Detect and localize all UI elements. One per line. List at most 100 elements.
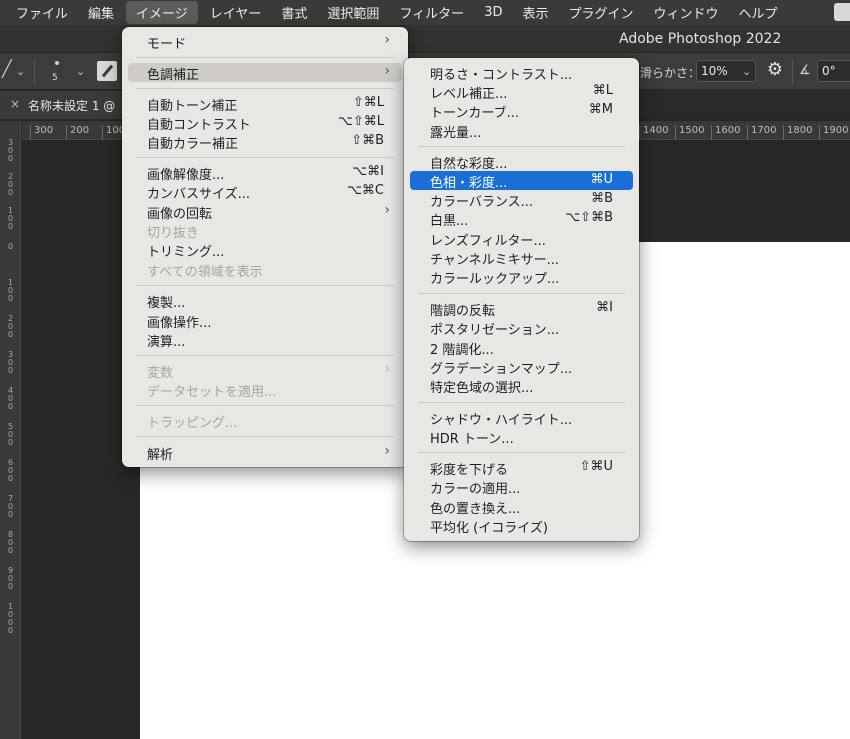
ruler-tick-label: 200: [66, 125, 89, 140]
menu-item-auto-contrast[interactable]: 自動コントラスト ⌥⇧⌘L: [128, 113, 402, 133]
menu-item-apply-data-set: データセットを適用...: [147, 385, 277, 400]
menu-item-channel-mixer[interactable]: チャンネルミキサー...: [410, 248, 633, 268]
menu-separator: [136, 436, 394, 437]
menu-item-mode[interactable]: モード ›: [128, 32, 402, 52]
brush-tool-icon[interactable]: ╱: [2, 59, 12, 78]
status-menu-icon[interactable]: [834, 3, 850, 21]
menu-separator: [418, 452, 625, 453]
ruler-tick-label: 1400: [639, 125, 668, 140]
ruler-tick-label: 100: [8, 278, 14, 303]
menu-item-hdr-toning[interactable]: HDR トーン...: [410, 427, 633, 447]
menu-item-vibrance[interactable]: 自然な彩度...: [410, 152, 633, 172]
menu-item-shadows-highlights[interactable]: シャドウ・ハイライト...: [410, 408, 633, 428]
menu-item-variables: 変数 ›: [147, 361, 390, 381]
menu-item-exposure[interactable]: 露光量...: [410, 121, 633, 141]
menu-item-gradient-map[interactable]: グラデーションマップ...: [410, 357, 633, 377]
brush-preset-chevron-icon[interactable]: ⌄: [76, 65, 85, 78]
menubar-item-select[interactable]: 選択範囲: [317, 0, 389, 25]
menu-item-color-lookup[interactable]: カラールックアップ...: [410, 267, 633, 287]
ruler-tick-label: 200: [8, 172, 14, 197]
menu-item-apply-image[interactable]: 画像操作...: [128, 311, 402, 331]
menu-item-equalize[interactable]: 平均化 (イコライズ): [410, 516, 633, 536]
ruler-tick-label: 1700: [747, 125, 776, 140]
ruler-tick-label: 0: [8, 242, 14, 251]
menu-item-reveal-all: すべての領域を表示: [147, 265, 263, 280]
menubar-item-3d[interactable]: 3D: [474, 0, 512, 25]
menu-separator: [136, 88, 394, 89]
menu-item-hue-saturation[interactable]: 色相・彩度... ⌘U: [410, 171, 633, 191]
brush-settings-icon[interactable]: [97, 61, 117, 81]
menu-item-replace-color[interactable]: 色の置き換え...: [410, 497, 633, 517]
smoothing-label: 滑らかさ：: [640, 66, 701, 80]
options-divider: [792, 60, 793, 84]
menu-item-levels[interactable]: レベル補正... ⌘L: [410, 82, 633, 102]
menu-item-invert[interactable]: 階調の反転 ⌘I: [410, 299, 633, 319]
menubar-item-plugins[interactable]: プラグイン: [558, 0, 643, 25]
menu-item-trap: トラッピング...: [147, 416, 238, 431]
ruler-tick-label: 300: [8, 138, 14, 163]
menubar-item-type[interactable]: 書式: [271, 0, 317, 25]
image-menu: モード › 色調補正 › 自動トーン補正 ⇧⌘L 自動コントラスト ⌥⇧⌘L 自…: [122, 27, 408, 467]
menu-separator: [418, 402, 625, 403]
chevron-right-icon: ›: [384, 361, 390, 377]
menu-item-image-rotation[interactable]: 画像の回転 ›: [128, 202, 402, 222]
ruler-tick-label: 300: [30, 125, 53, 140]
menubar-item-filter[interactable]: フィルター: [389, 0, 474, 25]
ruler-tick-label: 1900: [819, 125, 848, 140]
ruler-tick-label: 1500: [675, 125, 704, 140]
ruler-tick-label: 500: [8, 422, 14, 447]
menu-item-brightness-contrast[interactable]: 明るさ・コントラスト...: [410, 63, 633, 83]
menubar-item-view[interactable]: 表示: [512, 0, 558, 25]
menubar-item-file[interactable]: ファイル: [0, 0, 78, 25]
document-tab[interactable]: × 名称未設定 1 @: [0, 91, 126, 119]
menu-item-black-white[interactable]: 白黒... ⌥⇧⌘B: [410, 209, 633, 229]
menubar-item-image[interactable]: イメージ: [126, 1, 198, 24]
menubar-item-help[interactable]: ヘルプ: [729, 0, 788, 25]
menu-separator: [418, 146, 625, 147]
chevron-down-icon[interactable]: ⌄: [16, 65, 25, 78]
chevron-right-icon: ›: [384, 443, 390, 459]
angle-icon: ∡: [799, 63, 811, 78]
menu-item-image-size[interactable]: 画像解像度... ⌥⌘I: [128, 163, 402, 183]
menu-separator: [136, 157, 394, 158]
menu-item-curves[interactable]: トーンカーブ... ⌘M: [410, 101, 633, 121]
ruler-tick-label: 400: [8, 386, 14, 411]
menu-item-selective-color[interactable]: 特定色域の選択...: [410, 376, 633, 396]
menu-item-auto-color[interactable]: 自動カラー補正 ⇧⌘B: [128, 132, 402, 152]
ruler-tick-label: 800: [8, 530, 14, 555]
menubar-item-window[interactable]: ウィンドウ: [644, 0, 729, 25]
adjustments-submenu: 明るさ・コントラスト... レベル補正... ⌘L トーンカーブ... ⌘M 露…: [404, 58, 639, 541]
menu-item-auto-tone[interactable]: 自動トーン補正 ⇧⌘L: [128, 94, 402, 114]
gear-icon[interactable]: ⚙: [765, 60, 785, 80]
menu-item-canvas-size[interactable]: カンバスサイズ... ⌥⌘C: [128, 182, 402, 202]
menu-item-photo-filter[interactable]: レンズフィルター...: [410, 229, 633, 249]
ruler-tick-label: 300: [8, 350, 14, 375]
menubar-item-edit[interactable]: 編集: [78, 0, 124, 25]
ruler-vertical[interactable]: 300 200 100 0 100 200 300 400 500 600 70…: [0, 121, 21, 739]
menu-separator: [136, 57, 394, 58]
options-divider: [34, 60, 35, 84]
ruler-tick-label: 1800: [783, 125, 812, 140]
menu-item-calculations[interactable]: 演算...: [128, 330, 402, 350]
menu-item-adjustments[interactable]: 色調補正 ›: [128, 63, 402, 83]
menubar: ファイル 編集 イメージ レイヤー 書式 選択範囲 フィルター 3D 表示 プラ…: [0, 0, 850, 25]
ruler-tick-label: 700: [8, 494, 14, 519]
menu-item-analysis[interactable]: 解析 ›: [128, 443, 402, 463]
ruler-tick-label: 1000: [8, 602, 14, 635]
menu-item-duplicate[interactable]: 複製...: [128, 291, 402, 311]
app-title: Adobe Photoshop 2022: [619, 31, 782, 47]
menu-item-trim[interactable]: トリミング...: [128, 240, 402, 260]
chevron-right-icon: ›: [384, 32, 390, 48]
menu-item-threshold[interactable]: 2 階調化...: [410, 338, 633, 358]
menu-item-color-balance[interactable]: カラーバランス... ⌘B: [410, 190, 633, 210]
menu-item-match-color[interactable]: カラーの適用...: [410, 477, 633, 497]
menu-item-posterize[interactable]: ポスタリゼーション...: [410, 318, 633, 338]
brush-preview-icon[interactable]: [55, 61, 59, 65]
menu-item-crop: 切り抜き: [147, 226, 200, 241]
brush-size-value[interactable]: 5: [52, 73, 58, 83]
angle-input[interactable]: 0°: [817, 60, 850, 82]
smoothing-chevron-icon[interactable]: ⌄: [742, 65, 751, 78]
menubar-item-layer[interactable]: レイヤー: [200, 0, 272, 25]
menu-item-desaturate[interactable]: 彩度を下げる ⇧⌘U: [410, 458, 633, 478]
close-icon[interactable]: ×: [10, 97, 20, 111]
